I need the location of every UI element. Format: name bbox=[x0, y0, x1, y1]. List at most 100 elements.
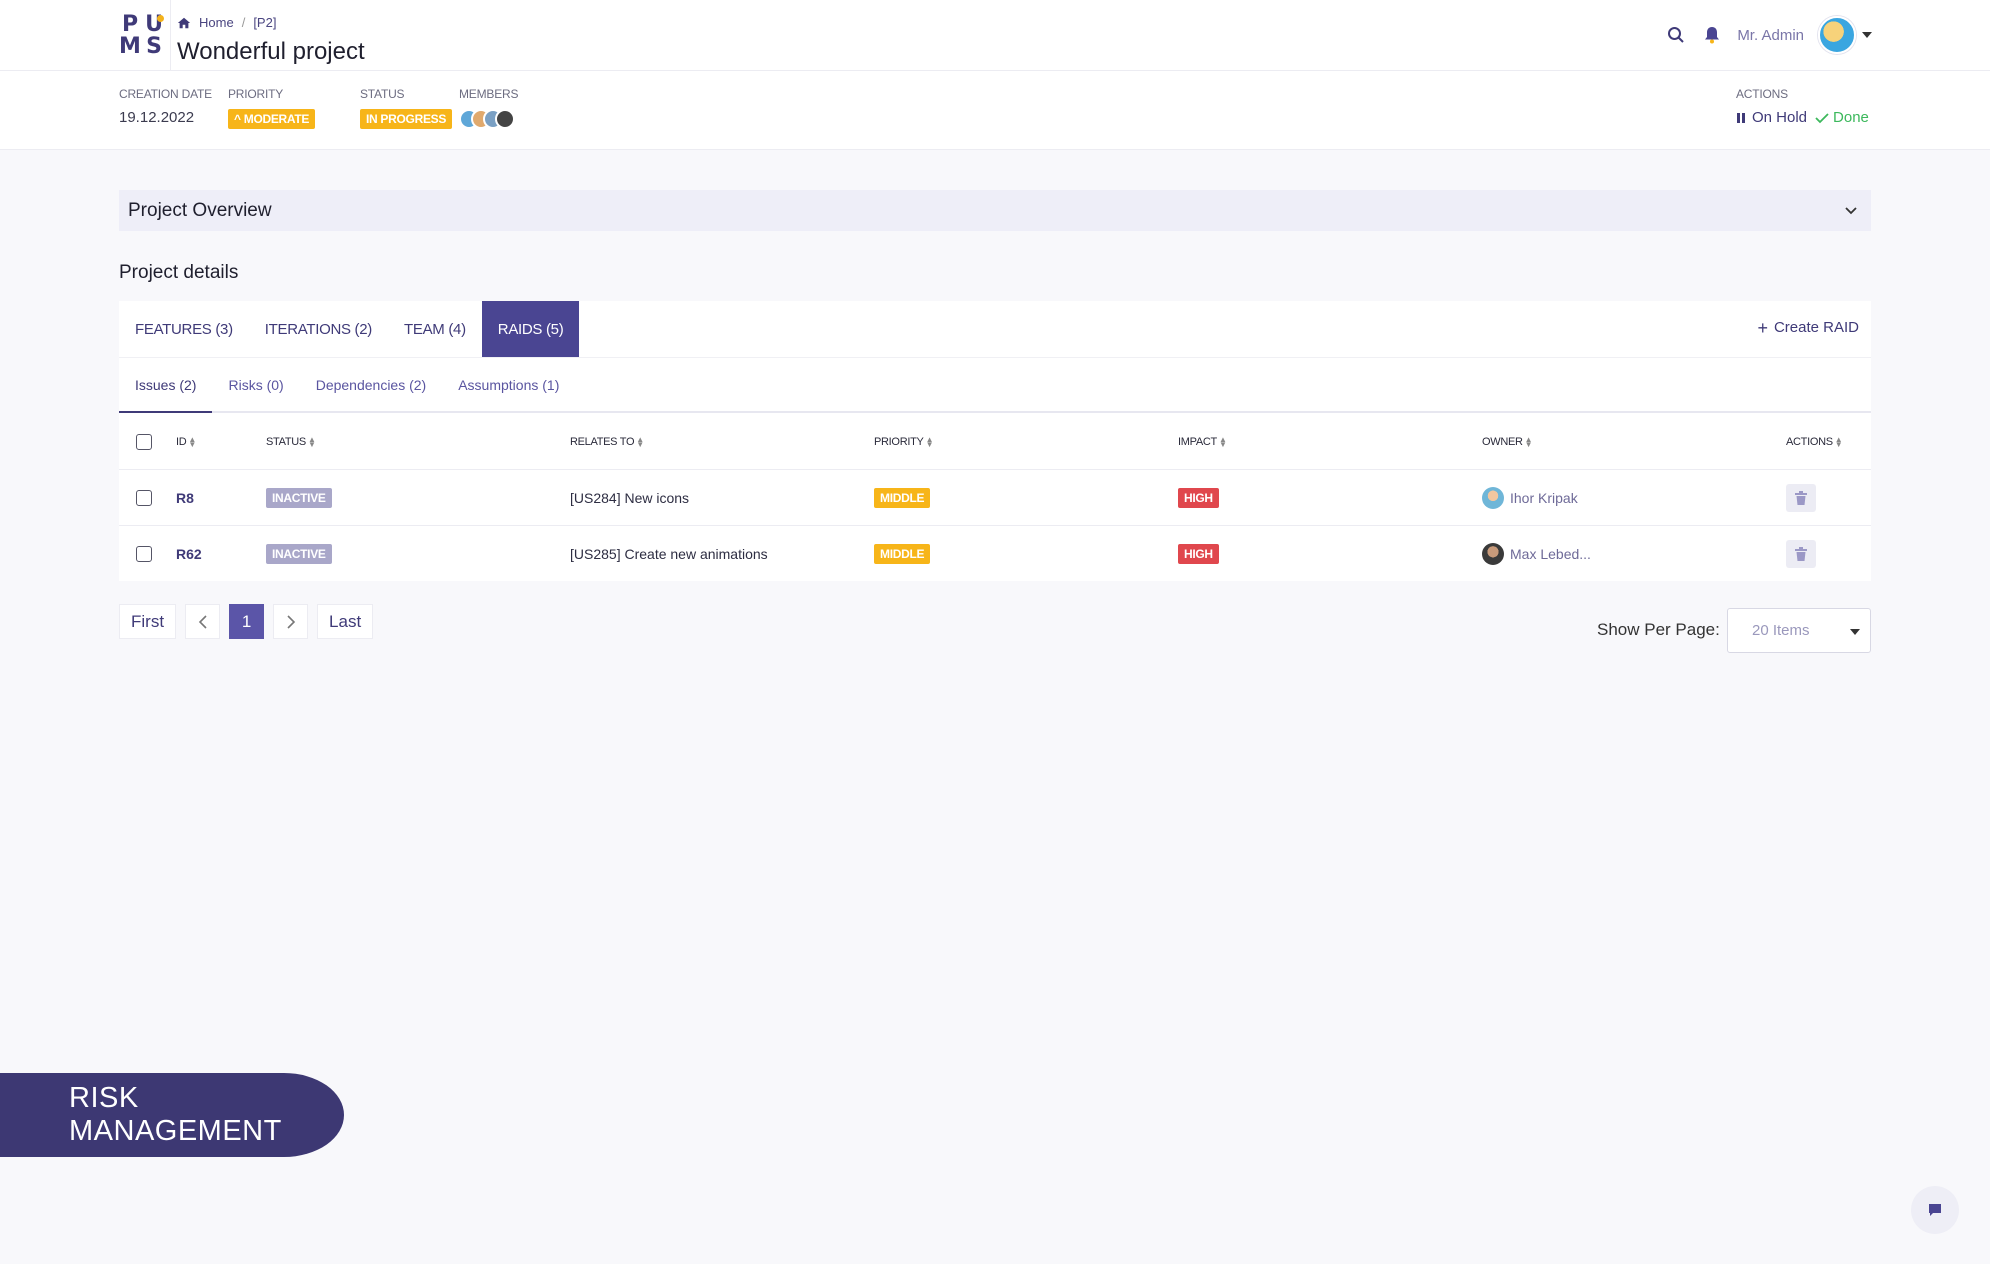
status-label: STATUS bbox=[360, 87, 405, 101]
impact-badge: HIGH bbox=[1178, 544, 1219, 564]
prev-page-button[interactable] bbox=[185, 604, 221, 639]
trash-icon bbox=[1795, 547, 1807, 561]
impact-badge: HIGH bbox=[1178, 488, 1219, 508]
sort-icon: ▲ ▼ bbox=[1218, 435, 1227, 449]
logo-letter-p: P bbox=[121, 12, 139, 37]
tab-iterations[interactable]: ITERATIONS (2) bbox=[249, 301, 388, 357]
column-header-id[interactable]: ID ▲ ▼ bbox=[176, 414, 196, 470]
relates-to-link[interactable]: [US284] New icons bbox=[570, 490, 689, 506]
member-avatar bbox=[495, 109, 515, 129]
subtab-assumptions[interactable]: Assumptions (1) bbox=[442, 358, 575, 411]
owner-name: Max Lebed... bbox=[1510, 546, 1591, 562]
meta-members: MEMBERS bbox=[459, 87, 518, 129]
priority-label: PRIORITY bbox=[228, 87, 284, 101]
check-icon bbox=[1815, 112, 1829, 123]
subtab-risks[interactable]: Risks (0) bbox=[212, 358, 299, 411]
column-header-impact-label: IMPACT bbox=[1178, 436, 1217, 448]
done-button[interactable]: Done bbox=[1815, 109, 1869, 126]
chat-button[interactable] bbox=[1911, 1186, 1959, 1234]
create-raid-button[interactable]: + Create RAID bbox=[1757, 317, 1859, 338]
select-all-checkbox[interactable] bbox=[136, 434, 152, 450]
project-meta-row: CREATION DATE 19.12.2022 PRIORITY ^ MODE… bbox=[0, 71, 1990, 150]
avatar[interactable] bbox=[1818, 16, 1856, 54]
bell-icon[interactable] bbox=[1701, 24, 1723, 46]
column-header-status[interactable]: STATUS ▲ ▼ bbox=[266, 414, 316, 470]
subtab-issues[interactable]: Issues (2) bbox=[119, 358, 213, 413]
sort-icon: ▲ ▼ bbox=[1524, 435, 1533, 449]
delete-button[interactable] bbox=[1786, 484, 1816, 512]
sort-icon: ▲ ▼ bbox=[307, 435, 316, 449]
column-header-owner[interactable]: OWNER ▲ ▼ bbox=[1482, 414, 1533, 470]
sort-icon: ▲ ▼ bbox=[636, 435, 644, 449]
table-row[interactable]: R62 INACTIVE [US285] Create new animatio… bbox=[119, 526, 1871, 582]
raid-id-link[interactable]: R62 bbox=[176, 546, 202, 562]
chevron-left-icon bbox=[198, 614, 207, 629]
last-page-button[interactable]: Last bbox=[317, 604, 374, 639]
breadcrumb-home[interactable]: Home bbox=[199, 15, 234, 30]
relates-to-link[interactable]: [US285] Create new animations bbox=[570, 546, 768, 562]
owner-name: Ihor Kripak bbox=[1510, 490, 1578, 506]
row-checkbox[interactable] bbox=[136, 490, 152, 506]
tab-features[interactable]: FEATURES (3) bbox=[119, 301, 249, 357]
caret-down-icon bbox=[1850, 629, 1860, 635]
members-avatars[interactable] bbox=[459, 109, 518, 129]
tab-raids[interactable]: RAIDS (5) bbox=[481, 301, 580, 357]
on-hold-button[interactable]: On Hold bbox=[1736, 109, 1807, 126]
next-page-button[interactable] bbox=[273, 604, 309, 639]
chat-icon bbox=[1929, 1204, 1941, 1216]
column-header-impact[interactable]: IMPACT ▲ ▼ bbox=[1178, 414, 1227, 470]
creation-date-value: 19.12.2022 bbox=[119, 109, 195, 126]
header-right: Mr. Admin bbox=[1665, 15, 1872, 55]
done-label: Done bbox=[1833, 109, 1869, 126]
create-raid-label: Create RAID bbox=[1773, 319, 1859, 336]
delete-button[interactable] bbox=[1786, 540, 1816, 568]
logo-letter-u: U bbox=[142, 14, 166, 36]
table-header-row: ID ▲ ▼ STATUS ▲ ▼ RELATES TO ▲ ▼ PRIORITY ▲ ▼ IM… bbox=[119, 414, 1871, 470]
owner-cell: Ihor Kripak bbox=[1482, 470, 1578, 526]
meta-status: STATUS IN PROGRESS bbox=[360, 87, 453, 129]
sort-icon: ▲ ▼ bbox=[188, 435, 197, 449]
user-menu-caret-icon[interactable] bbox=[1862, 32, 1872, 38]
meta-priority: PRIORITY ^ MODERATE bbox=[228, 87, 316, 129]
project-overview-accordion[interactable]: Project Overview bbox=[119, 190, 1871, 231]
owner-avatar bbox=[1482, 487, 1504, 509]
status-badge: IN PROGRESS bbox=[360, 109, 453, 129]
project-overview-title: Project Overview bbox=[128, 199, 272, 221]
column-header-relates[interactable]: RELATES TO ▲ ▼ bbox=[570, 414, 644, 470]
issues-table: ID ▲ ▼ STATUS ▲ ▼ RELATES TO ▲ ▼ PRIORITY ▲ ▼ IM… bbox=[119, 414, 1871, 582]
column-header-actions[interactable]: ACTIONS ▲ ▼ bbox=[1786, 414, 1843, 470]
subtab-dependencies[interactable]: Dependencies (2) bbox=[300, 358, 443, 411]
on-hold-label: On Hold bbox=[1752, 109, 1808, 126]
per-page-select[interactable]: 20 Items bbox=[1727, 608, 1871, 653]
first-page-button[interactable]: First bbox=[119, 604, 177, 639]
owner-cell: Max Lebed... bbox=[1482, 526, 1591, 582]
column-header-relates-label: RELATES TO bbox=[570, 436, 635, 448]
row-checkbox[interactable] bbox=[136, 546, 152, 562]
column-header-owner-label: OWNER bbox=[1482, 436, 1523, 448]
project-details-title: Project details bbox=[119, 262, 239, 283]
page-button-current[interactable]: 1 bbox=[229, 604, 265, 639]
raid-sub-tabs: Issues (2) Risks (0) Dependencies (2) As… bbox=[119, 357, 1871, 413]
plus-icon: + bbox=[1757, 317, 1768, 338]
meta-creation-date: CREATION DATE 19.12.2022 bbox=[119, 87, 212, 126]
raid-id-link[interactable]: R8 bbox=[176, 490, 194, 506]
pums-logo[interactable]: P U M S bbox=[118, 14, 166, 58]
sort-icon: ▲ ▼ bbox=[925, 435, 934, 449]
breadcrumb-separator: / bbox=[241, 15, 246, 30]
home-icon bbox=[177, 17, 191, 28]
user-name[interactable]: Mr. Admin bbox=[1737, 27, 1804, 44]
tab-team[interactable]: TEAM (4) bbox=[388, 301, 482, 357]
sort-icon: ▲ ▼ bbox=[1834, 435, 1843, 449]
risk-management-banner: RISK MANAGEMENT bbox=[0, 1073, 344, 1157]
main-tabs: FEATURES (3) ITERATIONS (2) TEAM (4) RAI… bbox=[119, 301, 580, 357]
project-details-panel: FEATURES (3) ITERATIONS (2) TEAM (4) RAI… bbox=[119, 301, 1871, 581]
trash-icon bbox=[1795, 491, 1807, 505]
members-label: MEMBERS bbox=[459, 87, 519, 101]
breadcrumb-project[interactable]: [P2] bbox=[253, 15, 276, 30]
column-header-priority-label: PRIORITY bbox=[874, 436, 924, 448]
column-header-priority[interactable]: PRIORITY ▲ ▼ bbox=[874, 414, 933, 470]
logo-letter-s: S bbox=[146, 34, 162, 59]
table-row[interactable]: R8 INACTIVE [US284] New icons MIDDLE HIG… bbox=[119, 470, 1871, 526]
actions-label: ACTIONS bbox=[1736, 87, 1788, 101]
search-icon[interactable] bbox=[1665, 24, 1687, 46]
